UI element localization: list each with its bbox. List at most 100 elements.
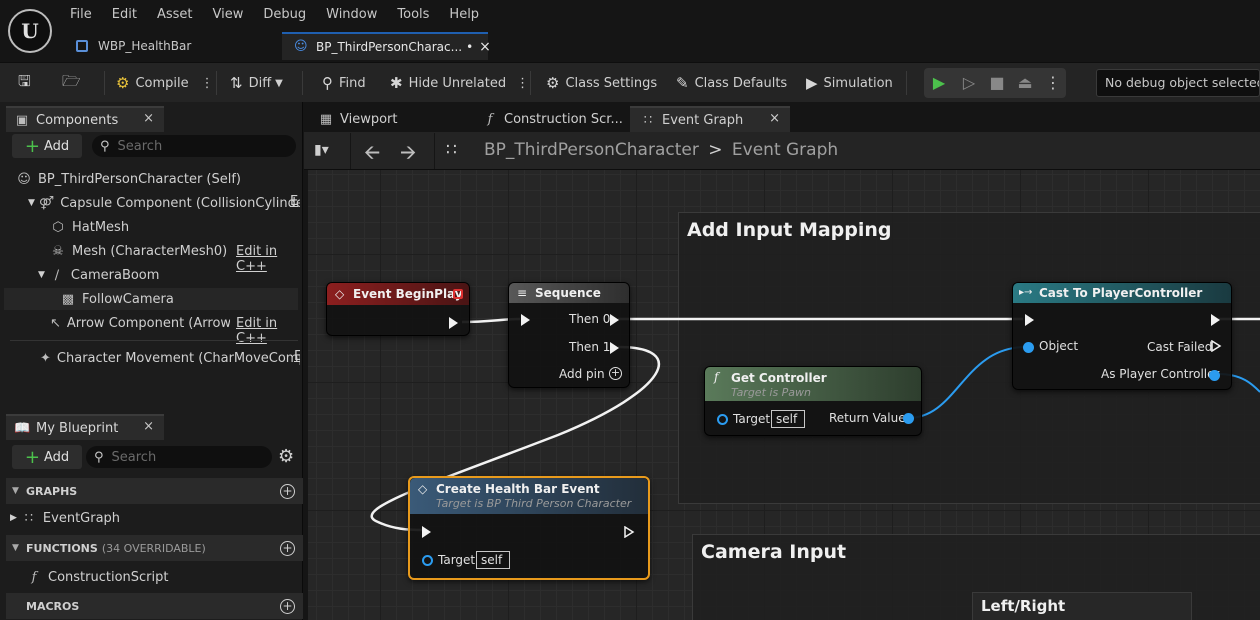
component-cameraboom[interactable]: ▼ ∕ CameraBoom [38,264,278,286]
unreal-editor-window: U File Edit Asset View Debug Window Tool… [0,0,1260,620]
component-followcamera[interactable]: ▩ FollowCamera [4,288,298,310]
component-label: HatMesh [72,219,130,235]
exec-out-pin-then0[interactable] [610,314,619,326]
debug-object-select[interactable]: No debug object selected ▼ [1096,69,1260,97]
menu-debug[interactable]: Debug [253,6,316,24]
target-self-field[interactable]: self [771,410,805,428]
caret-down-icon: ▼ [38,270,45,280]
menu-window[interactable]: Window [316,6,387,24]
diff-button[interactable]: ⇅ Diff ▼ [230,63,283,103]
node-event-beginplay[interactable]: ◇ Event BeginPlay [326,282,470,336]
menu-asset[interactable]: Asset [147,6,203,24]
as-player-controller-label: As Player Controller [1101,367,1220,381]
menu-help[interactable]: Help [439,6,489,24]
title-bar: U File Edit Asset View Debug Window Tool… [0,0,1260,62]
object-pin[interactable] [1023,342,1034,353]
simulation-button[interactable]: ▶ Simulation [806,63,893,103]
as-player-controller-pin[interactable] [1209,370,1220,381]
menu-tools[interactable]: Tools [387,6,439,24]
component-arrow[interactable]: ↖ Arrow Component (Arrow) [50,312,230,334]
hide-options-icon[interactable]: ⋮ [516,76,529,91]
add-component-button[interactable]: + Add [12,134,82,158]
add-function-icon[interactable]: + [280,540,295,556]
find-button[interactable]: ⚲ Find [322,63,366,103]
menu-file[interactable]: File [60,6,102,24]
tab-viewport[interactable]: ▦ Viewport [308,106,468,132]
class-defaults-button[interactable]: ✎ Class Defaults [676,63,787,103]
breadcrumb-root[interactable]: BP_ThirdPersonCharacter [484,140,699,160]
target-self-field[interactable]: self [476,551,510,569]
graphs-section-header[interactable]: ▼ GRAPHS + [6,478,303,504]
compile-options-icon[interactable]: ⋮ [201,76,214,91]
eject-icon[interactable]: ⏏ [1012,68,1038,98]
exec-in-pin[interactable] [1025,314,1034,326]
add-graph-icon[interactable]: + [280,483,295,499]
compile-button[interactable]: ⚙ Compile ⋮ [116,63,214,103]
hide-unrelated-button[interactable]: ✱ Hide Unrelated ⋮ [390,63,529,103]
settings-gear-icon[interactable]: ⚙ [278,446,294,467]
component-self[interactable]: ☺ BP_ThirdPersonCharacter (Self) [16,168,302,190]
add-member-button[interactable]: + Add [12,445,82,469]
bookmark-icon[interactable]: ▮▾ [314,142,329,158]
doc-tab-bp-thirdperson[interactable]: ☺ BP_ThirdPersonCharac... • × [282,32,491,60]
exec-out-pin[interactable] [624,526,635,538]
node-create-health-bar-event[interactable]: ◇ Create Health Bar Event Target is BP T… [408,476,650,580]
edit-in-cpp-link[interactable]: E [290,194,298,209]
close-panel-icon[interactable]: × [143,111,154,126]
graph-item-eventgraph[interactable]: ▶ ∷ EventGraph [10,507,290,529]
close-tab-icon[interactable]: × [769,111,780,126]
component-hatmesh[interactable]: ⬡ HatMesh [50,216,290,238]
exec-out-pin[interactable] [1211,314,1220,326]
close-panel-icon[interactable]: × [143,419,154,434]
back-arrow-icon[interactable]: 🡨 [364,138,380,172]
component-charmove[interactable]: ✦ Character Movement (CharMoveComp) E [40,347,300,369]
node-cast-to-playercontroller[interactable]: ▸→ Cast To PlayerController Object Cast … [1012,282,1232,390]
exec-out-pin[interactable] [449,317,458,329]
target-pin[interactable] [717,414,728,425]
node-get-controller[interactable]: f Get Controller Target is Pawn Target s… [704,366,922,436]
play-options-icon[interactable]: ⋮ [1040,68,1066,98]
add-pin-label[interactable]: Add pin [559,367,605,381]
node-sequence[interactable]: ≡ Sequence Then 0 Then 1 Add pin + [508,282,630,388]
exec-in-pin[interactable] [422,526,431,538]
doc-tab-wbp-healthbar[interactable]: WBP_HealthBar [64,32,279,60]
close-tab-icon[interactable]: × [479,39,491,55]
exec-in-pin[interactable] [521,314,530,326]
tab-event-graph[interactable]: ∷ Event Graph × [630,106,790,132]
add-pin-icon[interactable]: + [609,367,622,380]
my-blueprint-search-input[interactable]: ⚲ Search [86,446,272,468]
target-pin[interactable] [422,555,433,566]
browse-button[interactable]: 🗁 [62,63,87,103]
stop-icon[interactable]: ■ [984,68,1010,98]
node-title: Get Controller [731,371,827,385]
return-value-pin[interactable] [903,413,914,424]
exec-out-pin-then1[interactable] [610,342,619,354]
menu-view[interactable]: View [203,6,254,24]
components-tab[interactable]: ▣ Components × [6,106,164,132]
crumb-divider [350,133,351,169]
step-icon[interactable]: ▷ [956,68,982,98]
component-capsule[interactable]: ▼ ⚤ Capsule Component (CollisionCylinder… [28,192,300,214]
class-settings-button[interactable]: ⚙ Class Settings [546,63,657,103]
function-item-construction[interactable]: f ConstructionScript [26,566,286,588]
delegate-pin-icon[interactable] [453,289,463,299]
save-button[interactable]: 🖫 [18,63,37,103]
functions-section-header[interactable]: ▼ FUNCTIONS (34 OVERRIDABLE) + [6,535,303,561]
component-mesh[interactable]: ☠ Mesh (CharacterMesh0) [50,240,230,262]
cast-failed-pin[interactable] [1211,340,1222,352]
tab-construction-script[interactable]: f Construction Scr... [472,106,632,132]
forward-arrow-icon[interactable]: 🡪 [400,138,416,172]
event-graph-canvas[interactable]: Add Input Mapping Camera Input Left/Righ… [308,170,1260,620]
unreal-logo-icon[interactable]: U [8,9,52,53]
edit-in-cpp-link[interactable]: E [294,349,300,364]
event-icon: ◇ [418,482,428,496]
menu-edit[interactable]: Edit [102,6,147,24]
add-macro-icon[interactable]: + [280,598,295,614]
components-search-input[interactable]: ⚲ Search [92,135,296,157]
simulation-icon: ▶ [806,74,818,92]
edit-in-cpp-link[interactable]: Edit in C++ [236,316,302,346]
modified-indicator: • [466,40,474,54]
play-icon[interactable]: ▶ [926,68,952,98]
my-blueprint-tab[interactable]: 📖 My Blueprint × [6,414,164,440]
macros-section-header[interactable]: MACROS + [6,593,303,619]
